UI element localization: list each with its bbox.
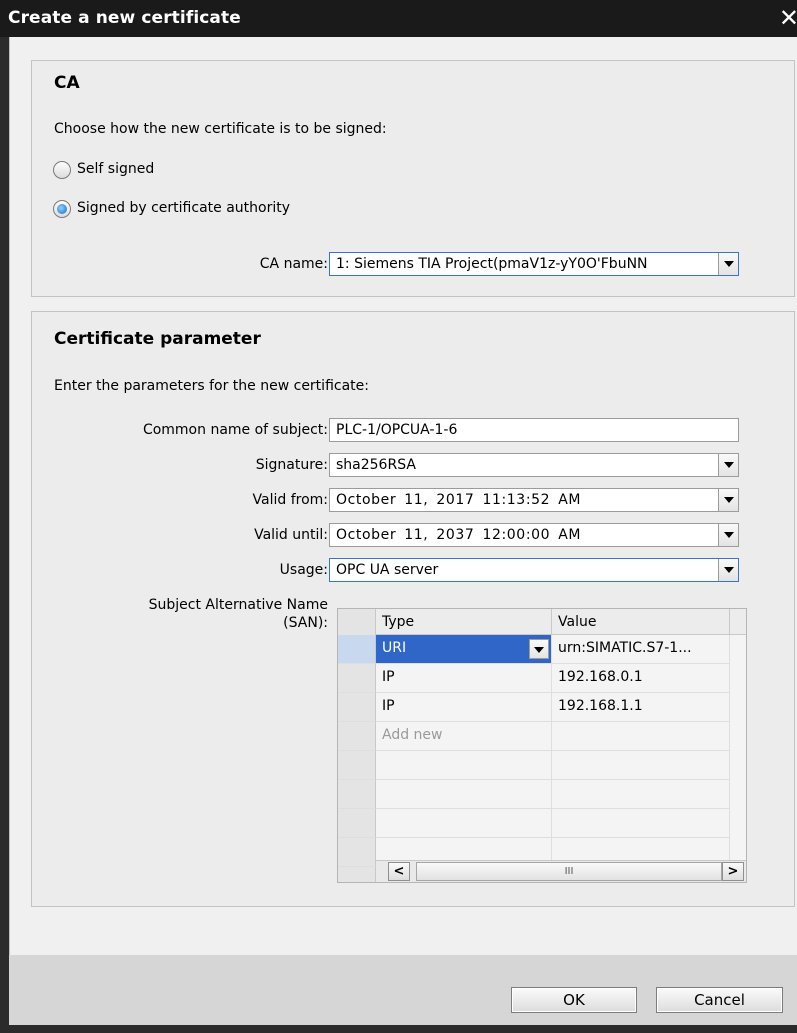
value-cell: [552, 780, 730, 809]
chevron-down-icon[interactable]: [718, 253, 738, 275]
scroll-left-icon[interactable]: <: [388, 862, 410, 881]
table-row[interactable]: IP 192.168.1.1: [338, 693, 746, 722]
san-table: Type Value URI urn:SIMATIC.S7-1... IP 19…: [337, 608, 747, 883]
empty-row: [338, 780, 746, 809]
value-cell[interactable]: 192.168.1.1: [552, 693, 730, 722]
row-header[interactable]: [338, 693, 376, 722]
usage-value: OPC UA server: [336, 562, 439, 578]
ca-signed-radio[interactable]: [53, 200, 71, 218]
chevron-down-icon[interactable]: [718, 524, 738, 546]
valid-from-picker[interactable]: October 11, 2017 11:13:52 AM: [329, 488, 739, 512]
scroll-right-icon[interactable]: >: [722, 862, 744, 881]
table-row[interactable]: URI urn:SIMATIC.S7-1...: [338, 635, 746, 664]
san-label-line2: (SAN):: [283, 615, 328, 631]
column-header-filler: [730, 609, 746, 635]
chevron-down-icon[interactable]: [718, 454, 738, 476]
ca-group: CA Choose how the new certificate is to …: [31, 60, 795, 297]
row-header[interactable]: [338, 664, 376, 693]
row-header: [338, 780, 376, 809]
row-header: [338, 809, 376, 838]
window-bottom-edge: [0, 1025, 797, 1033]
value-cell[interactable]: urn:SIMATIC.S7-1...: [552, 635, 730, 664]
self-signed-label[interactable]: Self signed: [77, 161, 154, 177]
signature-dropdown[interactable]: sha256RSA: [329, 453, 739, 477]
cancel-button[interactable]: Cancel: [656, 987, 783, 1013]
ca-heading: CA: [54, 73, 80, 93]
empty-row: [338, 751, 746, 780]
valid-until-picker[interactable]: October 11, 2037 12:00:00 AM: [329, 523, 739, 547]
valid-from-label: Valid from:: [252, 492, 328, 508]
self-signed-radio[interactable]: [53, 161, 71, 179]
dialog-titlebar: Create a new certificate ✕: [0, 0, 797, 37]
signature-value: sha256RSA: [336, 457, 416, 473]
usage-label: Usage:: [279, 562, 328, 578]
type-cell: [376, 780, 552, 809]
ca-name-dropdown[interactable]: 1: Siemens TIA Project(pmaV1z-yY0O'FbuNN: [329, 252, 739, 276]
close-icon[interactable]: ✕: [779, 4, 797, 32]
chevron-down-icon[interactable]: [529, 639, 549, 659]
signature-label: Signature:: [255, 457, 328, 473]
common-name-field[interactable]: PLC-1/OPCUA-1-6: [329, 418, 739, 442]
type-cell-dropdown[interactable]: URI: [376, 635, 552, 664]
row-header: [338, 751, 376, 780]
valid-until-value: October 11, 2037 12:00:00 AM: [336, 527, 582, 543]
value-cell[interactable]: 192.168.0.1: [552, 664, 730, 693]
dialog-body: CA Choose how the new certificate is to …: [9, 37, 797, 1025]
san-label-line1: Subject Alternative Name: [148, 597, 328, 613]
type-cell-value: URI: [382, 640, 407, 656]
empty-row: [338, 809, 746, 838]
certificate-prompt: Enter the parameters for the new certifi…: [54, 378, 369, 394]
type-cell: [376, 809, 552, 838]
type-cell[interactable]: IP: [376, 664, 552, 693]
row-header: [338, 838, 376, 867]
valid-until-label: Valid until:: [254, 527, 328, 543]
chevron-down-icon[interactable]: [718, 559, 738, 581]
column-header-type[interactable]: Type: [376, 609, 552, 635]
dialog-title: Create a new certificate: [8, 8, 241, 28]
usage-dropdown[interactable]: OPC UA server: [329, 558, 739, 582]
value-cell: [552, 809, 730, 838]
ca-name-label: CA name:: [259, 256, 328, 272]
row-header[interactable]: [338, 635, 376, 664]
chevron-down-icon[interactable]: [718, 489, 738, 511]
value-cell: [552, 751, 730, 780]
add-new-placeholder[interactable]: Add new: [376, 722, 552, 751]
ca-prompt: Choose how the new certificate is to be …: [54, 121, 387, 137]
scroll-thumb[interactable]: III: [416, 862, 722, 881]
ca-name-value: 1: Siemens TIA Project(pmaV1z-yY0O'FbuNN: [336, 256, 648, 272]
common-name-value: PLC-1/OPCUA-1-6: [336, 422, 458, 438]
common-name-label: Common name of subject:: [142, 422, 328, 438]
table-row[interactable]: IP 192.168.0.1: [338, 664, 746, 693]
type-cell: [376, 751, 552, 780]
valid-from-value: October 11, 2017 11:13:52 AM: [336, 492, 582, 508]
ok-button[interactable]: OK: [511, 987, 637, 1013]
ca-signed-label[interactable]: Signed by certificate authority: [77, 200, 290, 216]
value-cell[interactable]: [552, 722, 730, 751]
horizontal-scrollbar[interactable]: < III >: [376, 860, 746, 882]
column-header-value[interactable]: Value: [552, 609, 730, 635]
certificate-heading: Certificate parameter: [54, 329, 261, 349]
type-cell[interactable]: IP: [376, 693, 552, 722]
row-header[interactable]: [338, 722, 376, 751]
add-new-row[interactable]: Add new: [338, 722, 746, 751]
